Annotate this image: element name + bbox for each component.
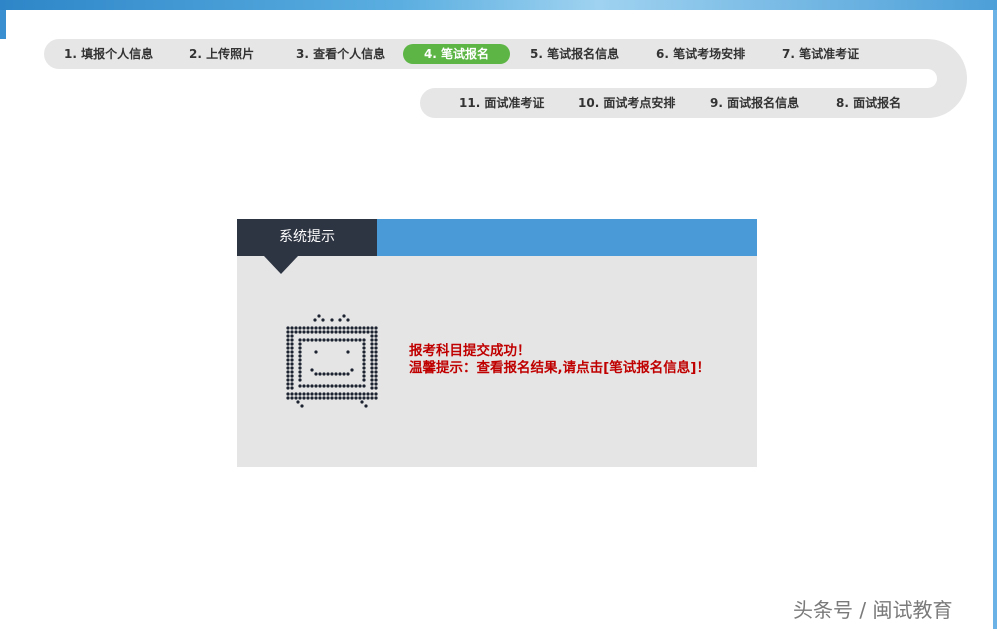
step-written-registration-info[interactable]: 5. 笔试报名信息 [530, 44, 619, 64]
step-fill-personal-info[interactable]: 1. 填报个人信息 [64, 44, 153, 64]
tv-icon [282, 311, 382, 415]
step-interview-registration-info[interactable]: 9. 面试报名信息 [710, 93, 799, 113]
system-prompt-dialog: 系统提示 报考科目提交成功！ 温馨提示：查看报名结果,请点击[笔试报名信息]！ [237, 219, 757, 467]
step-written-exam-room[interactable]: 6. 笔试考场安排 [656, 44, 745, 64]
step-written-exam-registration[interactable]: 4. 笔试报名 [403, 44, 510, 64]
step-written-admission-ticket[interactable]: 7. 笔试准考证 [782, 44, 859, 64]
step-interview-admission-ticket[interactable]: 11. 面试准考证 [459, 93, 544, 113]
browser-top-strip [0, 0, 997, 10]
watermark: 头条号 / 闽试教育 [793, 598, 953, 622]
step-interview-registration[interactable]: 8. 面试报名 [836, 93, 901, 113]
dialog-message: 报考科目提交成功！ 温馨提示：查看报名结果,请点击[笔试报名信息]！ [409, 343, 710, 377]
right-scrollbar-edge [993, 10, 997, 629]
step-view-personal-info[interactable]: 3. 查看个人信息 [296, 44, 385, 64]
success-message: 报考科目提交成功！ [409, 343, 531, 359]
dialog-title-pointer [264, 256, 298, 274]
left-edge-decoration [0, 10, 6, 39]
step-upload-photo[interactable]: 2. 上传照片 [189, 44, 254, 64]
hint-message: 温馨提示：查看报名结果,请点击[笔试报名信息]！ [409, 360, 710, 376]
step-interview-site[interactable]: 10. 面试考点安排 [578, 93, 675, 113]
progress-track-curve-inner [869, 69, 937, 88]
dialog-title: 系统提示 [237, 219, 377, 256]
